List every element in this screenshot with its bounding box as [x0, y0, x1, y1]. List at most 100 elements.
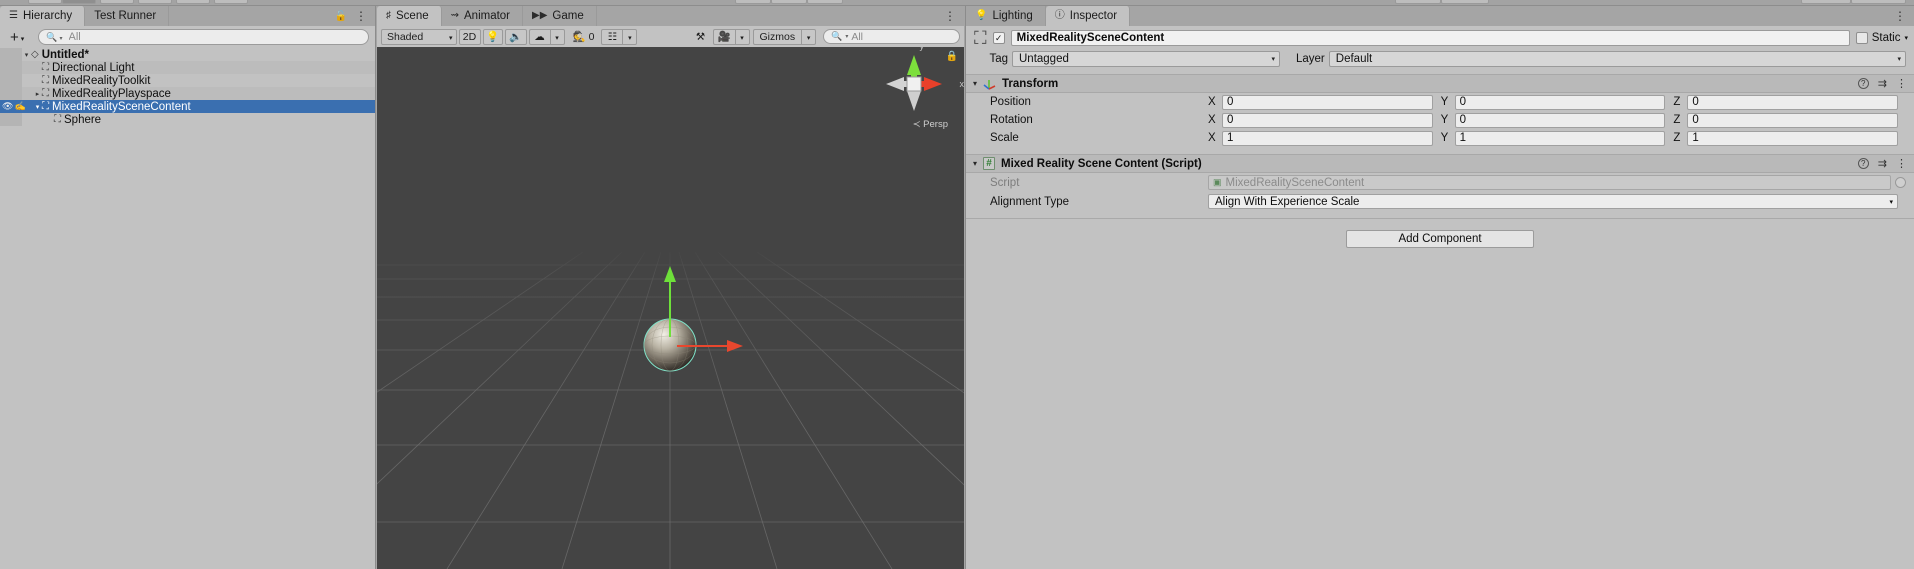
script-component-header[interactable]: ▾ # Mixed Reality Scene Content (Script)…: [966, 154, 1914, 173]
hierarchy-options-icon[interactable]: ⋮: [355, 11, 367, 21]
tag-dropdown[interactable]: Untagged ▾: [1012, 51, 1280, 67]
tab-game[interactable]: ▶▶ Game: [523, 6, 597, 26]
chevron-down-icon: ▾: [628, 34, 632, 42]
hierarchy-row-scene[interactable]: ▾ ◇ Untitled*: [0, 48, 375, 61]
component-options-icon[interactable]: ⋮: [1896, 157, 1907, 170]
scene-lighting-toggle[interactable]: 💡: [483, 29, 503, 45]
eye-icon[interactable]: 👁: [2, 102, 13, 111]
scene-tools-button[interactable]: ⚒: [690, 29, 710, 45]
position-z-input[interactable]: 0: [1687, 95, 1898, 110]
hierarchy-row-directional-light[interactable]: ⛶ Directional Light: [0, 61, 375, 74]
scene-fx-toggle[interactable]: ☁: [529, 29, 550, 45]
scene-camera-button[interactable]: 🎥: [713, 29, 735, 45]
toolbar-chip-2[interactable]: [62, 0, 96, 4]
toolbar-cloud-button[interactable]: [1395, 0, 1441, 4]
hierarchy-search-input[interactable]: [69, 31, 361, 43]
create-object-button[interactable]: + ▾: [6, 29, 28, 46]
toolbar-chip-3[interactable]: [100, 0, 134, 4]
toolbar-account-button[interactable]: [1441, 0, 1489, 4]
scene-viewport[interactable]: y x ≺ Persp 🔒: [377, 47, 964, 569]
preset-icon[interactable]: ⇉: [1878, 77, 1887, 90]
help-icon[interactable]: ?: [1858, 78, 1869, 89]
rotation-z-input[interactable]: 0: [1687, 113, 1898, 128]
axis-x-label: X: [1208, 132, 1222, 144]
tag-label: Tag: [974, 53, 1008, 65]
toolbar-step-button[interactable]: [807, 0, 843, 4]
gameobject-icon: ⛶: [42, 88, 49, 99]
inspector-options-icon[interactable]: ⋮: [1894, 11, 1906, 21]
scene-search[interactable]: 🔍 ▾: [823, 29, 960, 44]
toggle-2d-button[interactable]: 2D: [459, 29, 481, 45]
script-object-field[interactable]: ▣ MixedRealitySceneContent: [1208, 175, 1891, 190]
grid-toggle[interactable]: ☷: [601, 29, 622, 45]
layer-dropdown[interactable]: Default ▾: [1329, 51, 1906, 67]
scene-search-input[interactable]: [851, 31, 952, 43]
tab-hierarchy[interactable]: ☰ Hierarchy: [0, 6, 85, 26]
position-y-input[interactable]: 0: [1455, 95, 1666, 110]
hand-pickable-icon[interactable]: ✍: [14, 102, 25, 111]
hierarchy-row-mixedrealityplayspace[interactable]: ▸ ⛶ MixedRealityPlayspace: [0, 87, 375, 100]
hidden-objects-toggle[interactable]: 🕵 0: [568, 29, 600, 45]
hierarchy-row-mixedrealitytoolkit[interactable]: ⛶ MixedRealityToolkit: [0, 74, 375, 87]
add-component-button[interactable]: Add Component: [1346, 230, 1534, 248]
plus-icon: +: [10, 30, 19, 45]
hierarchy-panel: ☰ Hierarchy Test Runner 🔓 ⋮ + ▾ 🔍 ▾: [0, 6, 376, 569]
scene-orientation-gizmo[interactable]: [882, 51, 946, 117]
expand-twisty-icon[interactable]: ▾: [973, 79, 977, 88]
help-icon[interactable]: ?: [1858, 158, 1869, 169]
expand-twisty-icon[interactable]: ▸: [33, 90, 42, 98]
gameobject-enabled-checkbox[interactable]: ✓: [993, 32, 1005, 44]
hierarchy-search[interactable]: 🔍 ▾: [38, 29, 369, 45]
scale-x-input[interactable]: 1: [1222, 131, 1433, 146]
scene-options-icon[interactable]: ⋮: [944, 11, 956, 21]
scene-camera-dropdown[interactable]: ▾: [735, 29, 750, 45]
toolbar-layers-button[interactable]: [1801, 0, 1851, 4]
toolbar-layout-button[interactable]: [1851, 0, 1906, 4]
script-object-picker-button[interactable]: [1895, 177, 1906, 188]
toolbar-chip-4[interactable]: [138, 0, 172, 4]
lock-icon[interactable]: 🔓: [335, 11, 347, 22]
static-checkbox[interactable]: [1856, 32, 1868, 44]
rotation-x-input[interactable]: 0: [1222, 113, 1433, 128]
expand-twisty-icon[interactable]: ▾: [22, 51, 31, 59]
expand-twisty-icon[interactable]: ▾: [33, 103, 42, 111]
alignment-type-dropdown[interactable]: Align With Experience Scale ▾: [1208, 194, 1898, 209]
rotation-y-input[interactable]: 0: [1455, 113, 1666, 128]
tab-inspector[interactable]: ⓘ Inspector: [1046, 6, 1130, 26]
search-icon: 🔍: [831, 31, 842, 42]
scale-z-input[interactable]: 1: [1687, 131, 1898, 146]
expand-twisty-icon[interactable]: ▾: [973, 159, 977, 168]
viewport-lock-icon[interactable]: 🔒: [946, 51, 958, 62]
scene-fx-dropdown[interactable]: ▾: [550, 29, 565, 45]
toolbar-chip-6[interactable]: [214, 0, 248, 4]
row-visibility-gutter[interactable]: 👁 ✍: [0, 100, 22, 113]
transform-axis-icon: [983, 77, 996, 90]
transform-rotation-row: Rotation X 0 Y 0 Z 0: [966, 111, 1914, 129]
tab-animator[interactable]: ⇝ Animator: [442, 6, 523, 26]
scale-y-input[interactable]: 1: [1455, 131, 1666, 146]
gizmos-button[interactable]: Gizmos: [753, 29, 802, 45]
toolbar-play-button[interactable]: [735, 0, 771, 4]
preset-icon[interactable]: ⇉: [1878, 157, 1887, 170]
gizmos-dropdown[interactable]: ▾: [801, 29, 816, 45]
hierarchy-row-sphere[interactable]: ⛶ Sphere: [0, 113, 375, 126]
position-x-input[interactable]: 0: [1222, 95, 1433, 110]
gameobject-name-field[interactable]: MixedRealitySceneContent: [1011, 30, 1850, 46]
projection-mode-label[interactable]: ≺ Persp: [913, 119, 948, 130]
grid-dropdown[interactable]: ▾: [622, 29, 637, 45]
toolbar-chip-5[interactable]: [176, 0, 210, 4]
draw-mode-dropdown[interactable]: Shaded ▾: [381, 29, 457, 45]
tab-test-runner[interactable]: Test Runner: [85, 6, 169, 26]
scene-audio-toggle[interactable]: 🔈: [505, 29, 527, 45]
chevron-down-icon: ▾: [21, 32, 25, 47]
toolbar-chip-1[interactable]: [28, 0, 62, 4]
camera-icon: 🎥: [717, 30, 730, 43]
static-toggle[interactable]: Static ▾: [1856, 32, 1908, 44]
hierarchy-row-mixedrealityscenecontent[interactable]: 👁 ✍ ▾ ⛶ MixedRealitySceneContent: [0, 100, 375, 113]
transform-position-row: Position X 0 Y 0 Z 0: [966, 93, 1914, 111]
component-options-icon[interactable]: ⋮: [1896, 77, 1907, 90]
transform-header[interactable]: ▾ Transform ? ⇉ ⋮: [966, 74, 1914, 93]
toolbar-pause-button[interactable]: [771, 0, 807, 4]
tab-lighting[interactable]: 💡 Lighting: [966, 6, 1046, 26]
tab-scene[interactable]: ♯ Scene: [377, 6, 442, 26]
